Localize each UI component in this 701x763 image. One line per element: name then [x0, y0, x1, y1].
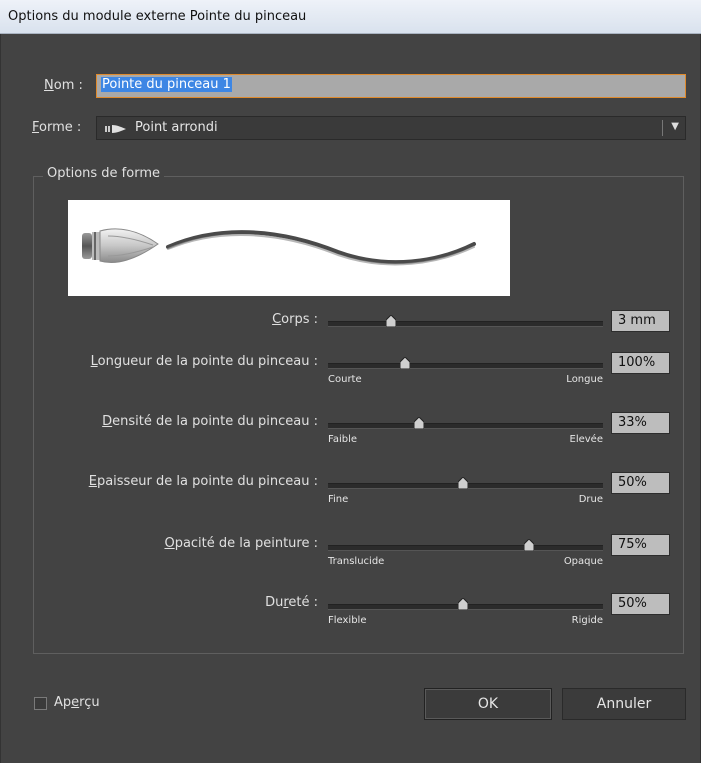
slider-thumb[interactable]: [457, 477, 468, 489]
slider-label: Densité de la pointe du pinceau :: [102, 414, 318, 429]
preview-checkbox-label: Aperçu: [54, 695, 100, 710]
slider-label: Opacité de la peinture :: [164, 536, 318, 551]
brush-preview: [68, 200, 510, 296]
slider-label: Corps :: [272, 312, 318, 327]
slider-track[interactable]: [328, 417, 603, 429]
slider-value-input[interactable]: 50%: [611, 472, 670, 494]
slider-thumb[interactable]: [457, 598, 468, 610]
name-input[interactable]: Pointe du pinceau 1: [96, 74, 686, 98]
cancel-button[interactable]: Annuler: [562, 688, 686, 720]
name-label: Nom :: [44, 78, 83, 93]
title-bar: Options du module externe Pointe du pinc…: [0, 0, 701, 34]
slider-track[interactable]: [328, 598, 603, 610]
slider-max-label: Longue: [566, 374, 603, 385]
slider-label: Dureté :: [265, 595, 318, 610]
slider-min-label: Fine: [328, 494, 349, 505]
preview-checkbox[interactable]: [34, 697, 47, 710]
slider-min-label: Flexible: [328, 615, 367, 626]
shape-options-group-label: Options de forme: [43, 166, 164, 181]
slider-label: Longueur de la pointe du pinceau :: [90, 354, 318, 369]
shape-select-value: Point arrondi: [135, 120, 218, 135]
slider-max-label: Drue: [578, 494, 603, 505]
slider-track[interactable]: [328, 315, 603, 327]
slider-value-input[interactable]: 100%: [611, 352, 670, 374]
slider-thumb[interactable]: [386, 315, 397, 327]
slider-max-label: Rigide: [571, 615, 603, 626]
select-divider: [662, 120, 663, 136]
slider-thumb[interactable]: [413, 417, 424, 429]
slider-value-input[interactable]: 75%: [611, 534, 670, 556]
slider-thumb[interactable]: [400, 357, 410, 369]
slider-thumb[interactable]: [523, 539, 534, 551]
slider-value-input[interactable]: 3 mm: [611, 310, 670, 332]
brush-tip-illustration: [82, 228, 159, 263]
name-input-value: Pointe du pinceau 1: [101, 77, 232, 92]
slider-label: Epaisseur de la pointe du pinceau :: [88, 474, 318, 489]
brush-tip-icon: [105, 123, 127, 138]
slider-track[interactable]: [328, 477, 603, 489]
shape-label: Forme :: [32, 120, 82, 135]
slider-track[interactable]: [328, 357, 603, 369]
slider-min-label: Courte: [328, 374, 362, 385]
slider-track[interactable]: [328, 539, 603, 551]
window-title: Options du module externe Pointe du pinc…: [8, 9, 307, 24]
slider-min-label: Translucide: [328, 556, 385, 567]
slider-value-input[interactable]: 33%: [611, 412, 670, 434]
slider-max-label: Elevée: [569, 434, 603, 445]
chevron-down-icon[interactable]: ▼: [671, 121, 679, 132]
slider-max-label: Opaque: [563, 556, 603, 567]
ok-button[interactable]: OK: [424, 688, 552, 720]
slider-min-label: Faible: [328, 434, 358, 445]
shape-select[interactable]: Point arrondi ▼: [96, 116, 686, 140]
slider-value-input[interactable]: 50%: [611, 593, 670, 615]
